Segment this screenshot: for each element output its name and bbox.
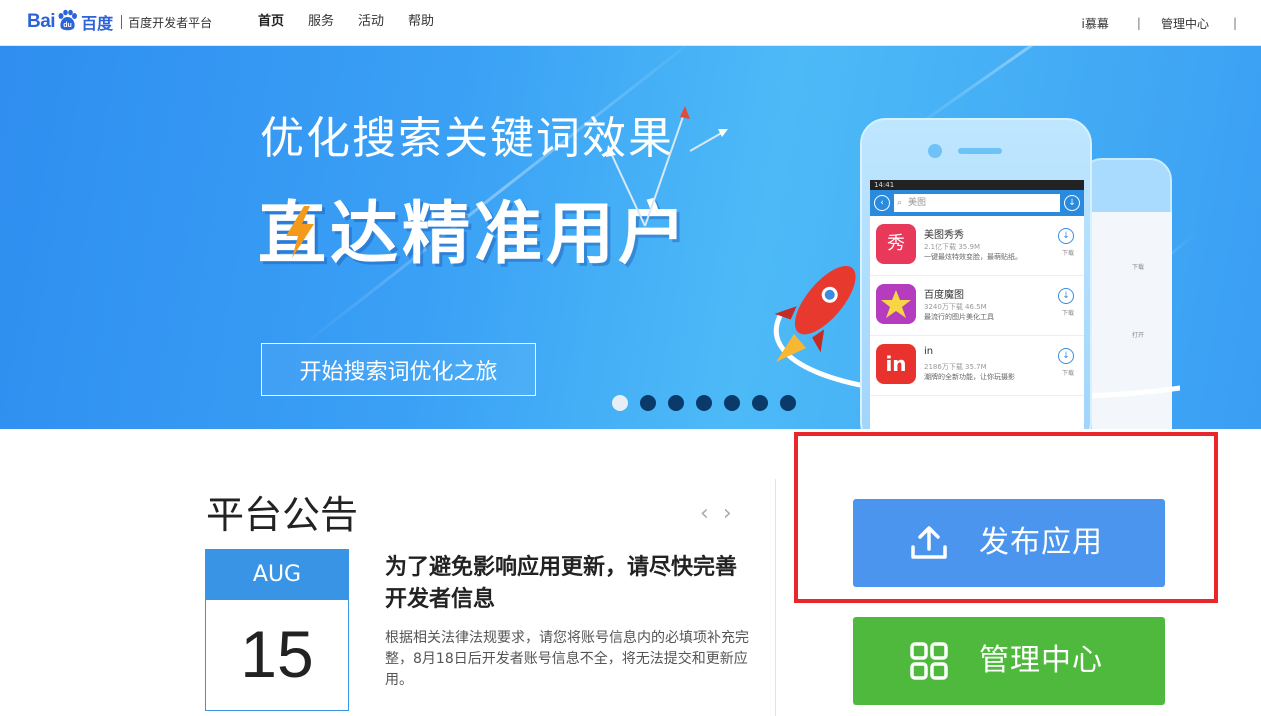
- start-optimization-button[interactable]: 开始搜索词优化之旅: [261, 343, 536, 396]
- publish-app-label: 发布应用: [979, 525, 1103, 560]
- carousel-dot[interactable]: [780, 395, 796, 411]
- app-desc: 一键最炫特效变脸，最萌贴纸。: [924, 253, 1022, 261]
- header-user-area: i慕幕 | 管理中心 |: [1082, 0, 1261, 46]
- logo-bai-text: Bai: [27, 11, 56, 32]
- app-desc: 最流行的图片美化工具: [924, 313, 994, 321]
- phone-back-action-label: 下载: [1132, 264, 1145, 271]
- paw-icon: du: [58, 9, 78, 31]
- phone-app-item: 秀 美图秀秀 2.1亿下载 35.9M 一键最炫特效变脸，最萌贴纸。 ↓ 下载: [870, 216, 1084, 276]
- app-name: 美图秀秀: [924, 230, 964, 241]
- carousel-dot[interactable]: [696, 395, 712, 411]
- carousel-dot[interactable]: [668, 395, 684, 411]
- hero-banner[interactable]: 优化搜索关键词效果 直达精准用户 开始搜索词优化之旅 下载 打开 14:41 ‹…: [0, 46, 1261, 429]
- app-meta: 2.1亿下载 35.9M: [924, 243, 980, 251]
- phone-status-bar: 14:41: [870, 180, 1084, 190]
- upload-icon: [911, 526, 947, 559]
- carousel-dot[interactable]: [640, 395, 656, 411]
- top-header: Bai du 百度 百度开发者平台 首页 服务 活动 帮助 i慕幕 | 管理中心…: [0, 0, 1261, 46]
- publish-app-button[interactable]: 发布应用: [853, 499, 1165, 587]
- baidu-logo[interactable]: Bai du 百度 百度开发者平台: [27, 6, 212, 38]
- nav-item-help[interactable]: 帮助: [408, 0, 434, 46]
- carousel-indicators: [612, 395, 808, 411]
- phone-front-mockup: 14:41 ‹ ⌕ 美图 ↓ 秀 美图秀秀 2.1亿下载 35.9M 一键最炫特…: [860, 118, 1092, 429]
- notice-heading: 平台公告: [206, 493, 359, 537]
- carousel-dot[interactable]: [752, 395, 768, 411]
- notice-date-card: AUG 15: [205, 549, 349, 711]
- download-icon: ↓: [1058, 228, 1074, 244]
- phone-screen: 14:41 ‹ ⌕ 美图 ↓ 秀 美图秀秀 2.1亿下载 35.9M 一键最炫特…: [870, 180, 1084, 429]
- phone-search-input: ⌕ 美图: [894, 194, 1060, 212]
- notice-pager: ‹ ›: [700, 502, 746, 526]
- notice-body: 根据相关法律法规要求，请您将账号信息内的必填项补充完整，8月18日后开发者账号信…: [385, 630, 749, 688]
- rocket-icon: [774, 265, 856, 362]
- main-nav: 首页 服务 活动 帮助: [246, 0, 446, 46]
- arrows-decoration: [606, 106, 728, 227]
- app-meta: 2186万下载 35.7M: [924, 363, 987, 371]
- app-name: 百度魔图: [924, 290, 964, 301]
- manage-center-button[interactable]: 管理中心: [853, 617, 1165, 705]
- nav-item-home[interactable]: 首页: [258, 0, 284, 46]
- back-icon: ‹: [874, 195, 890, 211]
- header-divider: |: [1136, 16, 1141, 30]
- logo-subtitle: 百度开发者平台: [128, 15, 213, 30]
- phone-app-item: in in 2186万下载 35.7M 潮牌的全新功能，让你玩摄影 ↓ 下载: [870, 336, 1084, 396]
- app-action: 下载: [1061, 250, 1074, 257]
- phone-app-item: 百度魔图 3240万下载 46.5M 最流行的图片美化工具 ↓ 下载: [870, 276, 1084, 336]
- logo-du-text: du: [63, 22, 72, 29]
- carousel-dot[interactable]: [724, 395, 740, 411]
- carousel-dot[interactable]: [612, 395, 628, 411]
- app-action: 下载: [1061, 370, 1074, 377]
- lightning-icon: [286, 206, 314, 258]
- nav-item-services[interactable]: 服务: [308, 0, 334, 46]
- search-icon: ⌕: [897, 198, 903, 208]
- download-icon: ↓: [1058, 288, 1074, 304]
- phone-search-bar: ‹ ⌕ 美图 ↓: [870, 190, 1084, 216]
- logo-divider: [121, 15, 123, 29]
- manage-center-label: 管理中心: [979, 643, 1103, 678]
- notice-title[interactable]: 为了避免影响应用更新，请尽快完善开发者信息: [385, 552, 757, 616]
- notice-day: 15: [240, 617, 314, 691]
- notice-prev-button[interactable]: ‹: [700, 502, 709, 526]
- app-action: 下载: [1061, 310, 1074, 317]
- phone-camera: [928, 144, 942, 158]
- notice-next-button[interactable]: ›: [723, 502, 732, 526]
- app-name: in: [924, 346, 934, 357]
- admin-center-link[interactable]: 管理中心: [1161, 15, 1209, 32]
- grid-icon: [910, 642, 948, 680]
- download-icon: ↓: [1058, 348, 1074, 364]
- phone-speaker: [958, 148, 1002, 154]
- in-app-icon: in: [876, 344, 916, 384]
- nav-item-events[interactable]: 活动: [358, 0, 384, 46]
- meitu-app-icon: 秀: [876, 224, 916, 264]
- app-meta: 3240万下载 46.5M: [924, 303, 987, 311]
- motu-app-icon: [876, 284, 916, 324]
- app-desc: 潮牌的全新功能，让你玩摄影: [924, 373, 1015, 381]
- logo-chinese-text: 百度: [81, 14, 114, 33]
- column-divider: [775, 479, 776, 716]
- phone-search-text: 美图: [908, 198, 927, 208]
- notice-month: AUG: [206, 550, 348, 600]
- username-link[interactable]: i慕幕: [1082, 15, 1109, 32]
- download-icon: ↓: [1064, 195, 1080, 211]
- header-divider-2: |: [1232, 16, 1237, 30]
